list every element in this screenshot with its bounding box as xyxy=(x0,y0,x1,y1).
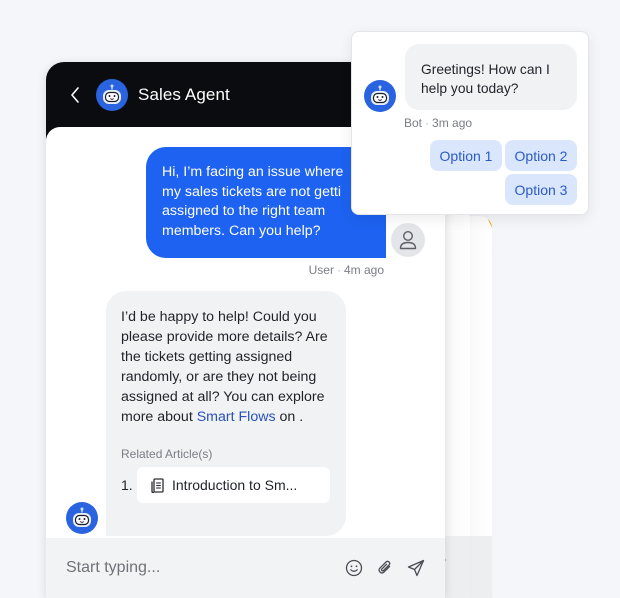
chat-title: Sales Agent xyxy=(138,84,230,104)
attach-button[interactable] xyxy=(376,559,394,577)
bot-avatar xyxy=(66,502,98,534)
option-3-button[interactable]: Option 3 xyxy=(505,174,577,205)
send-icon xyxy=(407,559,425,577)
bot-message-text-part: I’d be happy to help! Could you please p… xyxy=(121,309,328,425)
related-article-card[interactable]: Introduction to Sm... xyxy=(137,467,330,503)
bot-message-bubble: I’d be happy to help! Could you please p… xyxy=(106,291,346,536)
bot-message-text-part: on . xyxy=(275,409,304,425)
related-article-item: 1. Introduction to Sm... xyxy=(121,467,331,503)
popup-message-time: 3m ago xyxy=(432,116,473,130)
emoji-button[interactable] xyxy=(345,559,363,577)
popup-message-meta: Bot · 3m ago xyxy=(404,116,472,130)
send-button[interactable] xyxy=(407,559,425,577)
greeting-popup: Greetings! How can I help you today? Bot… xyxy=(351,31,589,215)
user-icon xyxy=(399,230,417,250)
article-icon xyxy=(151,477,164,493)
robot-icon xyxy=(103,84,121,104)
option-2-button[interactable]: Option 2 xyxy=(505,140,577,171)
smart-flows-link[interactable]: Smart Flows xyxy=(197,409,276,425)
meta-separator: · xyxy=(425,116,430,130)
robot-icon xyxy=(73,507,91,527)
popup-message-author: Bot xyxy=(404,116,423,130)
popup-message-bubble: Greetings! How can I help you today? xyxy=(405,44,577,110)
related-articles-label: Related Article(s) xyxy=(121,447,213,461)
message-composer xyxy=(46,538,445,598)
bot-message-text: I’d be happy to help! Could you please p… xyxy=(121,307,331,427)
chevron-left-icon xyxy=(71,86,79,103)
user-message-meta: User · 4m ago xyxy=(309,263,384,277)
user-message-time: 4m ago xyxy=(343,263,384,277)
related-article-title: Introduction to Sm... xyxy=(172,477,298,493)
bot-avatar xyxy=(96,78,128,111)
option-1-button[interactable]: Option 1 xyxy=(430,140,502,171)
user-message-author: User xyxy=(308,263,334,277)
meta-separator: · xyxy=(336,263,341,277)
user-message-bubble: Hi, I’m facing an issue where my sales t… xyxy=(146,147,386,258)
user-avatar xyxy=(391,223,425,257)
robot-icon xyxy=(371,85,389,105)
paperclip-icon xyxy=(378,560,391,574)
message-input[interactable] xyxy=(66,559,345,577)
related-article-number: 1. xyxy=(121,477,133,493)
composer-actions xyxy=(345,559,425,577)
emoji-icon xyxy=(345,559,363,577)
back-button[interactable] xyxy=(66,85,84,105)
bot-avatar xyxy=(364,80,396,112)
